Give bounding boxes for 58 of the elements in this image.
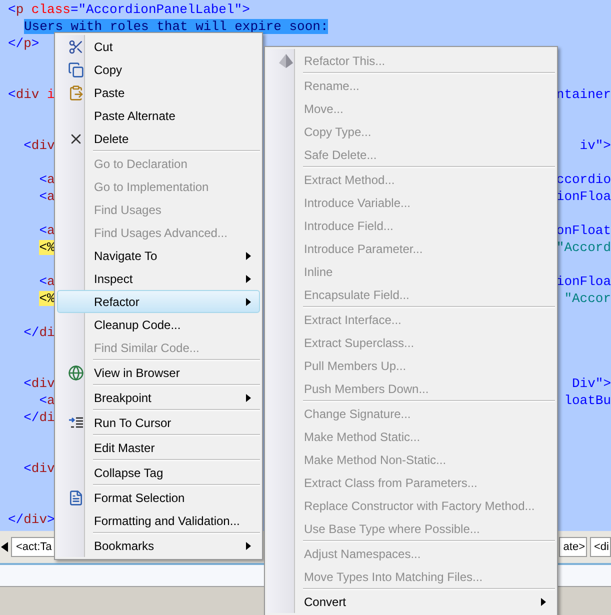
menu-item[interactable]: Format Selection [57, 486, 260, 509]
submenu-arrow-icon [541, 598, 546, 606]
scroll-left-icon[interactable] [1, 542, 8, 552]
code-line: <div [22, 137, 55, 154]
code-line: <a [38, 392, 55, 409]
menu-item[interactable]: Convert [267, 590, 555, 613]
code-line: Div"> [572, 375, 611, 392]
menu-item[interactable]: Edit Master [57, 436, 260, 459]
menu-item[interactable]: Breakpoint [57, 386, 260, 409]
code-line: </di [22, 324, 55, 341]
menu-item[interactable]: Formatting and Validation... [57, 509, 260, 532]
document-icon [68, 490, 84, 506]
code-line: <a [38, 188, 55, 205]
menu-item[interactable]: Paste Alternate [57, 104, 260, 127]
clipboard-icon [68, 84, 84, 100]
submenu-arrow-icon [246, 252, 251, 260]
globe-icon [68, 364, 84, 380]
arrow-lines-icon [68, 416, 84, 430]
code-line: <a [38, 273, 55, 290]
tag-button[interactable]: <di [590, 537, 611, 557]
menu-item[interactable]: Cleanup Code... [57, 313, 260, 336]
code-line: <a [38, 171, 55, 188]
menu-item[interactable]: Collapse Tag [57, 461, 260, 484]
menu-item[interactable]: View in Browser [57, 361, 260, 384]
menu-item[interactable]: Run To Cursor [57, 411, 260, 434]
code-line: <div [22, 375, 55, 392]
code-line: </p> [8, 35, 40, 52]
menu-item[interactable]: Paste [57, 81, 260, 104]
submenu-arrow-icon [246, 298, 251, 306]
code-line: onFloat [556, 222, 611, 239]
submenu-arrow-icon [246, 542, 251, 550]
code-line: loatBu [564, 392, 611, 409]
menu-item[interactable]: Delete [57, 127, 260, 150]
code-line: "Accord [556, 239, 611, 256]
code-line: </div> [8, 511, 55, 528]
menu-item[interactable]: Cut [57, 35, 260, 58]
code-line: <p class="AccordionPanelLabel"> [8, 1, 250, 18]
menu-item[interactable]: Refactor [57, 290, 260, 313]
copy-icon [68, 62, 84, 78]
tag-button[interactable]: ate> [559, 537, 587, 557]
submenu-arrow-icon [246, 274, 251, 282]
scissors-icon [68, 38, 84, 54]
menu-item[interactable]: Inspect [57, 267, 260, 290]
submenu-arrow-icon [246, 394, 251, 402]
code-line: "Accor [564, 290, 611, 307]
code-line: <div i [8, 86, 55, 103]
code-line: ionFloa [556, 188, 611, 205]
menu-item[interactable]: Bookmarks [57, 534, 260, 557]
code-line: <a [38, 222, 55, 239]
code-line: <div [22, 460, 55, 477]
code-line: ntainer [556, 86, 611, 103]
code-line: ccordio [556, 171, 611, 188]
menu-item[interactable]: Navigate To [57, 244, 260, 267]
menu-item[interactable]: Copy [57, 58, 260, 81]
code-line: iv"> [580, 137, 611, 154]
code-line: </di [22, 409, 55, 426]
code-line: ionFloa [556, 273, 611, 290]
pyramid-icon [278, 52, 294, 68]
